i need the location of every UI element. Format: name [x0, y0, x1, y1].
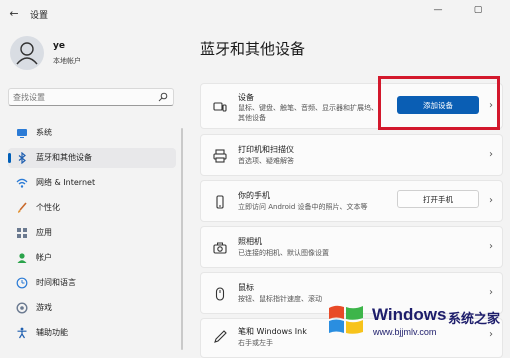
- card-title: 设备: [238, 93, 254, 102]
- sidebar-scrollbar[interactable]: [181, 128, 183, 350]
- watermark-brand: Windows: [372, 305, 447, 324]
- sidebar-item-apps[interactable]: 应用: [8, 223, 176, 243]
- sidebar-item-label: 时间和语言: [36, 278, 76, 287]
- maximize-button[interactable]: ▢: [466, 2, 490, 18]
- sidebar-item-label: 蓝牙和其他设备: [36, 153, 92, 162]
- user-name: ye: [53, 41, 65, 51]
- camera-card[interactable]: 照相机 已连接的相机、默认图像设置 ›: [200, 226, 503, 268]
- chevron-right-icon: ›: [489, 287, 493, 298]
- account-type: 本地帐户: [53, 57, 81, 65]
- sidebar-item-time-language[interactable]: 时间和语言: [8, 273, 176, 293]
- sidebar-item-network[interactable]: 网络 & Internet: [8, 173, 176, 193]
- printer-icon: [213, 149, 227, 163]
- devices-icon: [213, 102, 227, 112]
- phone-icon: [216, 195, 224, 209]
- sidebar-item-gaming[interactable]: 游戏: [8, 298, 176, 318]
- watermark-cn: 系统之家: [448, 312, 501, 327]
- camera-icon: [213, 242, 227, 254]
- open-phone-button[interactable]: 打开手机: [397, 190, 479, 208]
- title-bar: ← 设置 — ▢: [0, 0, 510, 28]
- monitor-icon: [17, 129, 27, 138]
- window-title: 设置: [30, 11, 49, 21]
- back-button[interactable]: ←: [6, 6, 22, 22]
- sidebar-item-label: 帐户: [36, 253, 52, 262]
- card-title: 笔和 Windows Ink: [238, 327, 307, 336]
- globe-clock-icon: [16, 277, 28, 289]
- chevron-right-icon: ›: [489, 149, 493, 160]
- avatar[interactable]: [10, 36, 44, 70]
- search-icon: [158, 92, 168, 102]
- chevron-right-icon: ›: [489, 241, 493, 252]
- printers-card[interactable]: 打印机和扫描仪 首选项、疑难解答 ›: [200, 134, 503, 176]
- search-input[interactable]: [13, 91, 153, 104]
- pen-icon: [214, 330, 227, 343]
- card-title: 照相机: [238, 237, 262, 246]
- watermark-site: www.bjjmlv.com: [373, 327, 437, 337]
- bluetooth-icon: [18, 152, 26, 164]
- sidebar-item-label: 应用: [36, 228, 52, 237]
- highlight-annotation: [378, 76, 500, 130]
- card-description: 右手或左手: [238, 339, 273, 347]
- accessibility-icon: [17, 327, 27, 339]
- sidebar-item-accessibility[interactable]: 辅助功能: [8, 323, 176, 343]
- sidebar-item-label: 网络 & Internet: [36, 178, 96, 187]
- card-title: 打印机和扫描仪: [238, 145, 294, 154]
- card-description: 立即访问 Android 设备中的照片、文本等: [238, 203, 368, 211]
- card-description: 鼠标、键盘、触笔、音频、显示器和扩展坞、其他设备: [238, 104, 378, 122]
- card-description: 已连接的相机、默认图像设置: [238, 249, 329, 257]
- mouse-icon: [215, 287, 225, 301]
- card-description: 首选项、疑难解答: [238, 157, 294, 165]
- search-field[interactable]: [8, 88, 174, 106]
- chevron-right-icon: ›: [489, 195, 493, 206]
- sidebar-item-accounts[interactable]: 帐户: [8, 248, 176, 268]
- page-title: 蓝牙和其他设备: [200, 40, 306, 58]
- chevron-right-icon: ›: [489, 329, 493, 340]
- sidebar-item-personalization[interactable]: 个性化: [8, 198, 176, 218]
- sidebar-item-system[interactable]: 系统: [8, 123, 176, 143]
- selection-indicator: [8, 153, 11, 163]
- person-avatar-icon: [16, 42, 38, 65]
- card-title: 你的手机: [238, 191, 270, 200]
- apps-icon: [17, 228, 27, 238]
- minimize-button[interactable]: —: [426, 2, 450, 18]
- sidebar-item-label: 辅助功能: [36, 328, 68, 337]
- person-icon: [17, 253, 27, 263]
- sidebar-item-bluetooth[interactable]: 蓝牙和其他设备: [8, 148, 176, 168]
- sidebar-item-label: 系统: [36, 128, 52, 137]
- gamepad-icon: [16, 302, 28, 314]
- sidebar-item-label: 个性化: [36, 203, 60, 212]
- card-title: 鼠标: [238, 283, 254, 292]
- sidebar-item-label: 游戏: [36, 303, 52, 312]
- card-description: 按钮、鼠标指针速度、滚动: [238, 295, 322, 303]
- brush-icon: [18, 202, 27, 213]
- windows-logo-watermark: [329, 305, 363, 334]
- wifi-icon: [16, 178, 28, 188]
